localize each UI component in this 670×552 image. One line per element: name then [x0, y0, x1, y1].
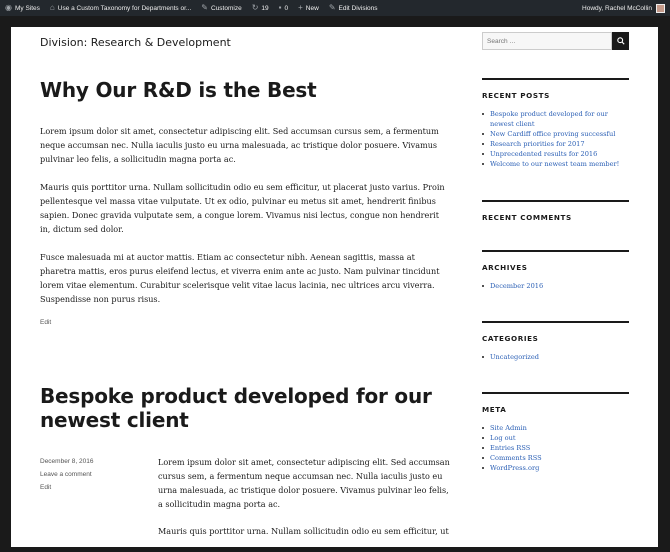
- categories-widget: CATEGORIES Uncategorized: [482, 321, 629, 362]
- new-label: New: [305, 4, 319, 12]
- site-admin-link[interactable]: Site Admin: [482, 423, 629, 433]
- widget-title: META: [482, 405, 507, 414]
- customize-link[interactable]: ✎ Customize: [196, 0, 246, 16]
- howdy-label: Howdy, Rachel McCollin: [582, 4, 652, 12]
- recent-posts-widget: RECENT POSTS Bespoke product developed f…: [482, 78, 629, 169]
- category-link[interactable]: Uncategorized: [482, 352, 629, 362]
- post-paragraph: Fusce malesuada mi at auctor mattis. Eti…: [40, 252, 440, 304]
- edit-post-link[interactable]: Edit: [40, 481, 93, 494]
- edit-divisions-link[interactable]: ✎ Edit Divisions: [324, 0, 383, 16]
- post-date-link[interactable]: December 8, 2016: [40, 455, 93, 468]
- widget-title: RECENT POSTS: [482, 91, 550, 100]
- site-name-label: Use a Custom Taxonomy for Departments or…: [57, 4, 192, 12]
- archives-widget: ARCHIVES December 2016: [482, 250, 629, 291]
- post-title-link[interactable]: Why Our R&D is the Best: [40, 78, 460, 102]
- archive-title: Division: Research & Development: [40, 36, 231, 49]
- leave-comment-link[interactable]: Leave a comment: [40, 468, 93, 481]
- comments-rss-link[interactable]: Comments RSS: [482, 453, 629, 463]
- post-paragraph: Lorem ipsum dolor sit amet, consectetur …: [40, 126, 439, 164]
- recent-post-link[interactable]: Research priorities for 2017: [482, 139, 629, 149]
- update-icon: ↻: [251, 3, 259, 12]
- edit-divisions-label: Edit Divisions: [338, 4, 378, 12]
- recent-post-link[interactable]: Welcome to our newest team member!: [482, 159, 629, 169]
- post-meta: December 8, 2016 Leave a comment Edit: [40, 455, 93, 494]
- search-button[interactable]: [612, 32, 629, 50]
- post-paragraph: Mauris quis porttitor urna. Nullam solli…: [158, 526, 449, 536]
- widget-title: RECENT COMMENTS: [482, 213, 572, 222]
- site-name-menu[interactable]: ⌂ Use a Custom Taxonomy for Departments …: [45, 0, 196, 16]
- post-title-link[interactable]: Bespoke product developed for our newest…: [40, 384, 460, 432]
- comments-count: 0: [284, 4, 289, 12]
- brush-icon: ✎: [201, 3, 208, 12]
- avatar: [656, 3, 665, 13]
- new-content-menu[interactable]: + New: [293, 0, 324, 16]
- post-paragraph: Lorem ipsum dolor sit amet, consectetur …: [158, 457, 450, 509]
- comments-link[interactable]: ▪ 0: [274, 0, 293, 16]
- widget-title: ARCHIVES: [482, 263, 528, 272]
- edit-post-link[interactable]: Edit: [40, 319, 51, 326]
- my-sites-label: My Sites: [14, 4, 40, 12]
- widget-title: CATEGORIES: [482, 334, 539, 343]
- recent-post-link[interactable]: New Cardiff office proving successful: [482, 129, 629, 139]
- recent-post-link[interactable]: Bespoke product developed for our newest…: [482, 109, 629, 129]
- post-paragraph: Mauris quis porttitor urna. Nullam solli…: [40, 182, 445, 234]
- search-form: [482, 32, 629, 50]
- pencil-icon: ✎: [328, 3, 336, 12]
- search-icon: [616, 37, 625, 45]
- my-sites-menu[interactable]: ◉ My Sites: [0, 0, 45, 16]
- wordpress-icon: ◉: [5, 3, 12, 12]
- recent-post-link[interactable]: Unprecedented results for 2016: [482, 149, 629, 159]
- archive-link[interactable]: December 2016: [482, 281, 629, 291]
- page-content: Division: Research & Development Why Our…: [11, 27, 658, 547]
- log-out-link[interactable]: Log out: [482, 433, 629, 443]
- recent-comments-widget: RECENT COMMENTS: [482, 200, 629, 222]
- account-menu[interactable]: Howdy, Rachel McCollin: [577, 0, 670, 16]
- search-input[interactable]: [482, 32, 612, 50]
- updates-link[interactable]: ↻ 19: [247, 0, 274, 16]
- entries-rss-link[interactable]: Entries RSS: [482, 443, 629, 453]
- comment-icon: ▪: [278, 3, 282, 12]
- meta-widget: META Site Admin Log out Entries RSS Comm…: [482, 392, 629, 473]
- admin-bar: ◉ My Sites ⌂ Use a Custom Taxonomy for D…: [0, 0, 670, 16]
- updates-count: 19: [261, 4, 269, 12]
- customize-label: Customize: [211, 4, 242, 12]
- plus-icon: +: [298, 3, 303, 12]
- wordpress-org-link[interactable]: WordPress.org: [482, 463, 629, 473]
- home-icon: ⌂: [49, 3, 55, 12]
